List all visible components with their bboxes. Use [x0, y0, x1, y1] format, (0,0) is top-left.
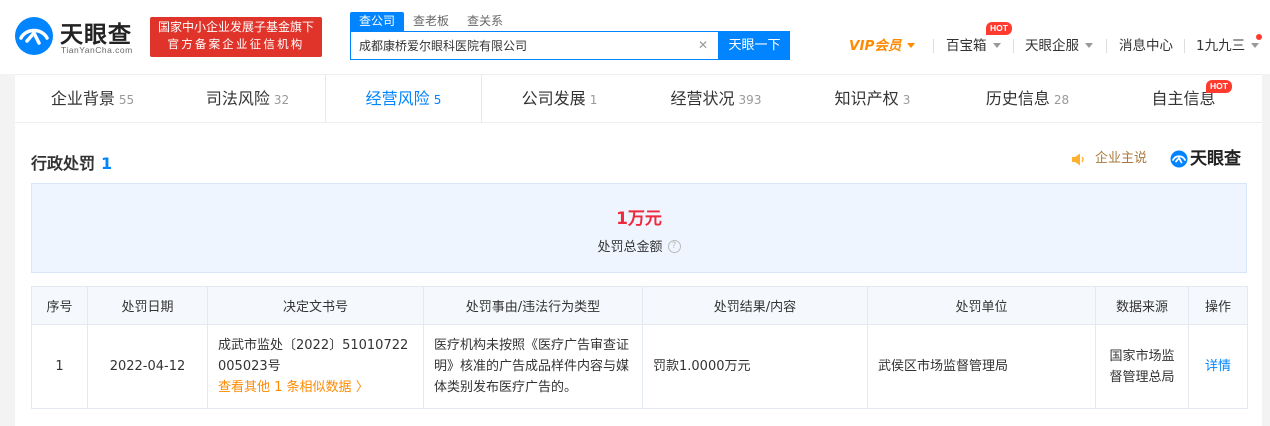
search-tab-relation[interactable]: 查关系: [458, 12, 512, 31]
search-tabs: 查公司 查老板 查关系: [350, 12, 512, 32]
col-header-unit: 处罚单位: [867, 286, 1096, 325]
tab-gongsi-fazhan[interactable]: 公司发展 1: [482, 75, 637, 123]
baibaoxiang-menu[interactable]: 百宝箱: [946, 36, 1001, 56]
tab-count: 393: [738, 93, 762, 107]
vip-label: VIP会员: [849, 38, 902, 54]
col-header-date: 处罚日期: [87, 286, 208, 325]
cell-result: 罚款1.0000万元: [642, 324, 868, 409]
search-input[interactable]: [359, 32, 689, 59]
cell-source: 国家市场监督管理总局: [1095, 324, 1189, 409]
chevron-down-icon: [1085, 42, 1093, 48]
help-icon[interactable]: ?: [667, 240, 681, 253]
qifu-label: 天眼企服: [1025, 38, 1079, 54]
tab-label: 历史信息: [985, 89, 1050, 108]
qiye-zhushuo-link[interactable]: 企业主说: [1095, 150, 1147, 168]
speaker-icon: [1072, 153, 1084, 166]
tab-label: 经营风险: [365, 89, 430, 108]
tab-jingying-fengxian[interactable]: 经营风险 5: [325, 75, 482, 123]
logo-eye-icon: [1170, 150, 1188, 168]
chevron-down-icon: [1251, 42, 1260, 48]
tab-count: 55: [118, 93, 135, 107]
tab-label: 司法风险: [205, 89, 270, 108]
tab-zizhu-xinxi[interactable]: 自主信息: [1105, 75, 1262, 123]
col-header-reason: 处罚事由/违法行为类型: [423, 286, 643, 325]
col-header-result: 处罚结果/内容: [642, 286, 868, 325]
total-amount-label: 处罚总金额?: [32, 236, 1246, 255]
tab-jingying-zhuangkuang[interactable]: 经营状况 393: [637, 75, 795, 123]
gov-badge-line2: 官方备案企业征信机构: [167, 37, 305, 51]
search-button[interactable]: 天眼一下: [719, 31, 790, 60]
vip-menu[interactable]: VIP会员: [849, 36, 916, 56]
detail-link[interactable]: 详情: [1205, 359, 1231, 374]
hot-badge: HOT: [1206, 80, 1232, 93]
total-amount: 1万元: [616, 209, 662, 229]
col-header-index: 序号: [31, 286, 88, 325]
dimension-tabs: 企业背景 55 司法风险 32 经营风险 5 公司发展 1 经营状况 393 知识产权 3 …: [15, 74, 1262, 123]
tab-zhishi-chanquan[interactable]: 知识产权 3: [795, 75, 950, 123]
brand-text: 天眼查: [1190, 149, 1241, 169]
tab-label: 企业背景: [50, 89, 115, 108]
tab-count: 5: [433, 93, 442, 107]
chevron-down-icon: [907, 42, 916, 48]
similar-data-link[interactable]: 查看其他 1 条相似数据 〉: [218, 377, 413, 398]
tab-count: 32: [273, 93, 290, 107]
section-count: 1: [101, 154, 113, 173]
tab-label: 经营状况: [670, 89, 735, 108]
nav-divider: [1013, 39, 1014, 53]
summary-label-text: 处罚总金额: [597, 240, 663, 255]
clear-icon[interactable]: ✕: [696, 38, 710, 52]
penalty-table: 序号 处罚日期 决定文书号 处罚事由/违法行为类型 处罚结果/内容 处罚单位 数…: [31, 286, 1248, 409]
section-title-text: 行政处罚: [31, 154, 96, 173]
cell-doc-no: 成武市监处〔2022〕51010722005023号 查看其他 1 条相似数据 …: [207, 324, 424, 409]
logo-text: 天眼查: [60, 22, 132, 48]
tab-count: 3: [902, 93, 911, 107]
gov-badge[interactable]: 国家中小企业发展子基金旗下 官方备案企业征信机构: [150, 17, 322, 57]
col-header-source: 数据来源: [1095, 286, 1189, 325]
tab-count: 28: [1053, 93, 1070, 107]
chevron-down-icon: [992, 42, 1001, 48]
section-title: 行政处罚 1: [31, 150, 112, 174]
hot-badge: HOT: [986, 22, 1012, 35]
tianyancha-logo[interactable]: 天眼查 TianYanCha.com: [14, 14, 144, 58]
doc-no-text: 成武市监处〔2022〕51010722005023号: [218, 338, 409, 374]
nav-divider: [1106, 39, 1107, 53]
penalty-summary: 1万元 处罚总金额?: [31, 183, 1247, 273]
tab-qiye-beijing[interactable]: 企业背景 55: [15, 75, 170, 123]
tab-sifa-fengxian[interactable]: 司法风险 32: [170, 75, 325, 123]
admin-penalty-card: 行政处罚 1 企业主说 天眼查 1万元 处罚总金额? 序号 处罚日期 决定文书号 …: [15, 122, 1262, 426]
tab-count: 1: [589, 93, 598, 107]
tab-lishi-xinxi[interactable]: 历史信息 28: [950, 75, 1105, 123]
search-tab-boss[interactable]: 查老板: [404, 12, 458, 31]
chevron-right-icon: 〉: [355, 380, 369, 395]
cell-unit: 武侯区市场监督管理局: [867, 324, 1096, 409]
col-header-doc-no: 决定文书号: [207, 286, 424, 325]
baibaoxiang-label: 百宝箱: [946, 38, 987, 54]
search-tab-company[interactable]: 查公司: [350, 12, 405, 31]
messages-link[interactable]: 消息中心: [1119, 36, 1173, 56]
logo-eye-icon: [15, 17, 53, 55]
search-box: ✕: [350, 31, 719, 60]
tab-label: 知识产权: [834, 89, 899, 108]
user-menu[interactable]: 1九九三: [1196, 36, 1260, 56]
top-header: 天眼查 TianYanCha.com 国家中小企业发展子基金旗下 官方备案企业征…: [0, 0, 1270, 74]
table-row: 1 2022-04-12 成武市监处〔2022〕51010722005023号 …: [31, 324, 1248, 409]
nav-divider: [933, 39, 934, 53]
qifu-menu[interactable]: 天眼企服: [1025, 36, 1093, 56]
logo-domain: TianYanCha.com: [61, 45, 133, 55]
notification-dot: [1256, 34, 1262, 40]
similar-data-text: 查看其他 1 条相似数据: [218, 380, 352, 395]
tab-label: 公司发展: [521, 89, 586, 108]
nav-divider: [1184, 39, 1185, 53]
gov-badge-line1: 国家中小企业发展子基金旗下: [157, 20, 314, 34]
cell-date: 2022-04-12: [87, 324, 208, 409]
cell-reason: 医疗机构未按照《医疗广告审查证明》核准的广告成品样件内容与媒体类别发布医疗广告的…: [423, 324, 643, 409]
table-header-row: 序号 处罚日期 决定文书号 处罚事由/违法行为类型 处罚结果/内容 处罚单位 数…: [31, 286, 1248, 325]
cell-action: 详情: [1188, 324, 1248, 409]
cell-index: 1: [31, 324, 88, 409]
user-name: 1九九三: [1196, 38, 1246, 54]
col-header-action: 操作: [1188, 286, 1248, 325]
